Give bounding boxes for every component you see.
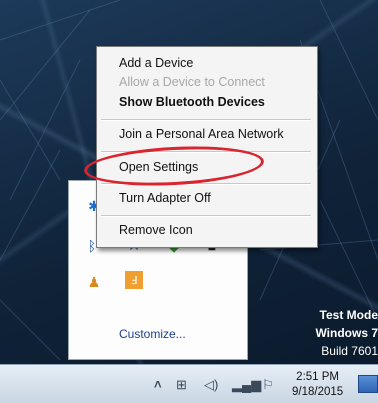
- menu-separator: [101, 215, 311, 217]
- show-hidden-icons-chevron-icon[interactable]: ˄: [154, 377, 162, 392]
- person-icon[interactable]: ♟: [85, 273, 103, 291]
- network-tray-icon[interactable]: ⊞: [176, 377, 187, 393]
- package-icon[interactable]: Ⅎ: [125, 271, 143, 289]
- test-mode-watermark: Test Mode Windows 7 Build 7601: [315, 306, 378, 360]
- customize-link[interactable]: Customize...: [119, 327, 186, 341]
- menu-item-allow-connect: Allow a Device to Connect: [119, 75, 265, 89]
- menu-item-add-device[interactable]: Add a Device: [119, 56, 193, 70]
- flag-icon[interactable]: ⚐: [262, 377, 274, 393]
- menu-item-remove-icon[interactable]: Remove Icon: [119, 223, 193, 237]
- watermark-line-2: Windows 7: [315, 326, 378, 340]
- clock-time: 2:51 PM: [296, 371, 339, 383]
- show-desktop-button[interactable]: [358, 375, 378, 393]
- clock-date: 9/18/2015: [292, 386, 344, 398]
- menu-item-show-bluetooth-devices[interactable]: Show Bluetooth Devices: [119, 95, 265, 109]
- signal-icon[interactable]: ▂▄▆: [232, 377, 261, 393]
- speaker-icon[interactable]: ◁): [204, 377, 218, 393]
- watermark-line-3: Build 7601: [321, 344, 378, 358]
- taskbar-clock[interactable]: 2:51 PM 9/18/2015: [292, 370, 343, 400]
- menu-item-join-pan[interactable]: Join a Personal Area Network: [119, 127, 284, 141]
- taskbar: ˄ ⊞ ◁) ▂▄▆ ⚐ 2:51 PM 9/18/2015: [0, 364, 378, 403]
- menu-item-turn-adapter-off[interactable]: Turn Adapter Off: [119, 191, 211, 205]
- watermark-line-1: Test Mode: [319, 308, 378, 322]
- menu-separator: [101, 119, 311, 121]
